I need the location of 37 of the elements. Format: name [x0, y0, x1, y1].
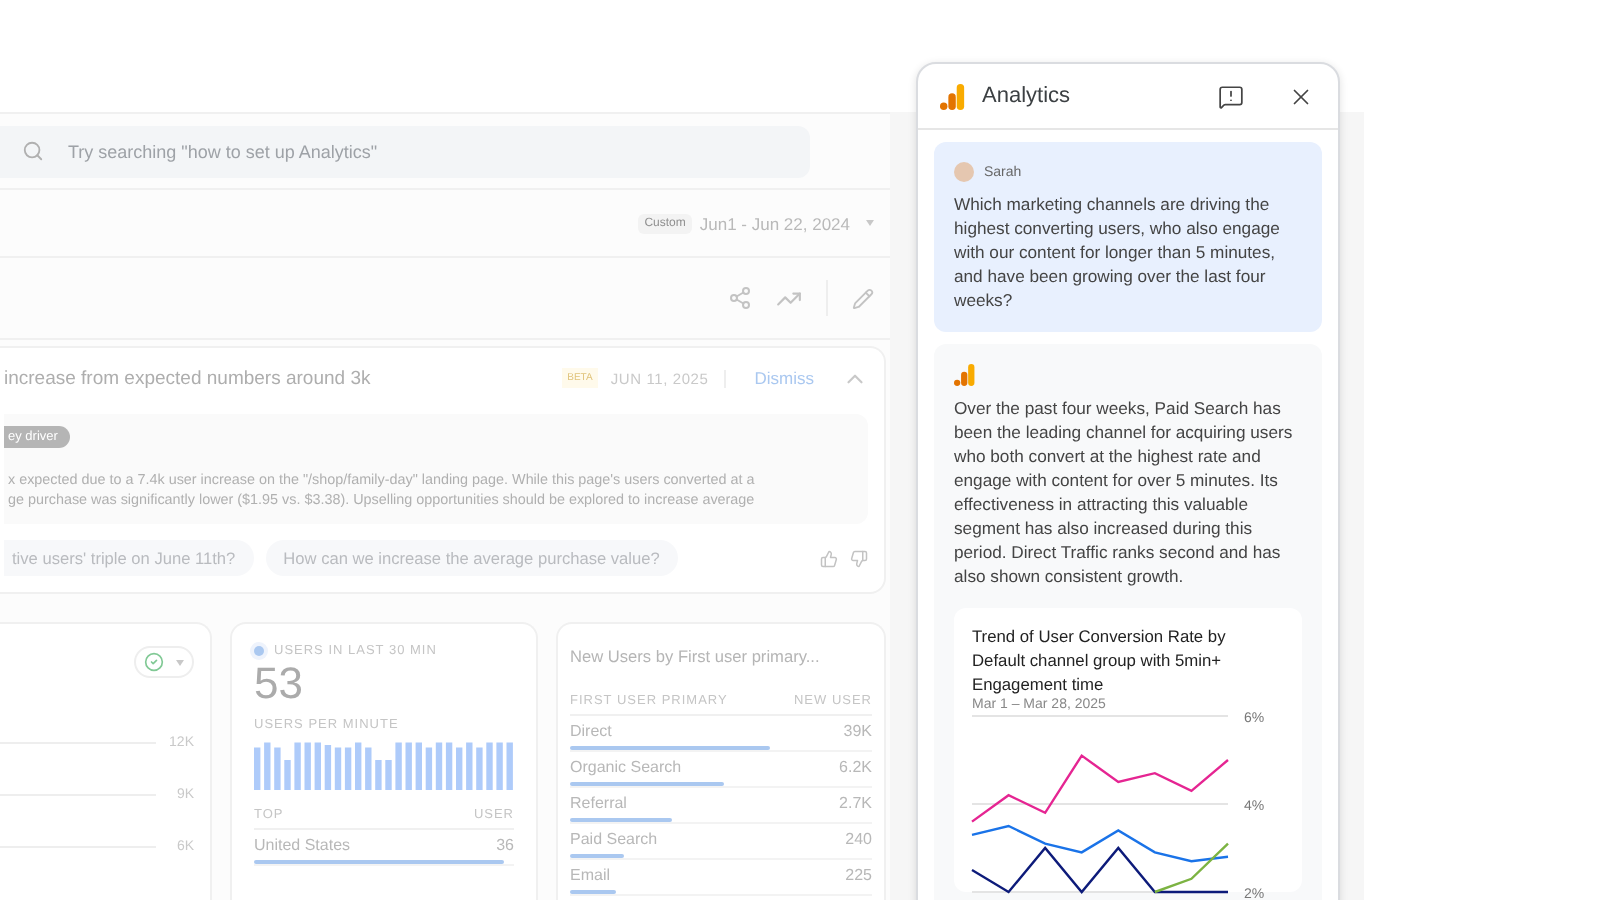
- table-cell: United States: [254, 836, 351, 854]
- suggestion-chip[interactable]: How can we increase the average purchase value?: [265, 540, 678, 576]
- share-icon[interactable]: [728, 286, 752, 310]
- card-title: New Users by First user primary...: [570, 646, 822, 666]
- message-text: Which marketing channels are driving the highest converting users, who also engage with our content for longer than 5 minutes, and have been growing over the last four weeks?: [954, 192, 1282, 312]
- metric-value: 53: [254, 658, 305, 708]
- table-cell: 225: [845, 866, 872, 884]
- live-dot-icon: [254, 646, 264, 656]
- table-cell: 240: [845, 830, 872, 848]
- panel-title: Analytics: [982, 84, 1073, 108]
- table-cell: 6.2K: [839, 758, 872, 776]
- table-cell: 36: [496, 836, 514, 854]
- table-cell: Organic Search: [570, 758, 682, 776]
- check-circle-icon: [144, 652, 164, 672]
- caret-icon[interactable]: [866, 220, 874, 226]
- thumbs-down-icon[interactable]: [850, 549, 868, 567]
- table-cell: Paid Search: [570, 830, 658, 848]
- table-cell: Email: [570, 866, 611, 884]
- analytics-logo-icon: [954, 364, 976, 386]
- search-field[interactable]: Try searching "how to set up Analytics": [0, 126, 810, 178]
- suggestion-chip[interactable]: tive users' triple on June 11th?: [4, 540, 254, 576]
- table-cell: Referral: [570, 794, 627, 812]
- feedback-icon[interactable]: [1218, 83, 1244, 109]
- insight-title: increase from expected numbers around 3k: [4, 367, 373, 389]
- thumbs-up-icon[interactable]: [820, 549, 838, 567]
- dismiss-link[interactable]: Dismiss: [754, 368, 814, 388]
- chart-title: Trend of User Conversion Rate by Default channel group with 5min+ Engagement time: [972, 624, 1228, 696]
- date-range-picker[interactable]: Jun1 - Jun 22, 2024: [699, 213, 850, 233]
- table-cell: 2.7K: [839, 794, 872, 812]
- status-dropdown[interactable]: [134, 646, 194, 678]
- avatar: [954, 162, 974, 182]
- search-icon: [22, 140, 44, 162]
- analytics-logo-icon: [940, 83, 966, 109]
- edit-icon[interactable]: [852, 287, 874, 309]
- message-text: Over the past four weeks, Paid Search has been the leading channel for acquiring users who both convert at the highest rate and engage with content for over 5 minutes. Its effectiveness in attracting this valuable segment has also increased during this period. Direct Traffic ranks second and has also shown consistent growth.: [954, 396, 1295, 588]
- table-cell: 39K: [843, 722, 872, 740]
- table-cell: Direct: [570, 722, 612, 740]
